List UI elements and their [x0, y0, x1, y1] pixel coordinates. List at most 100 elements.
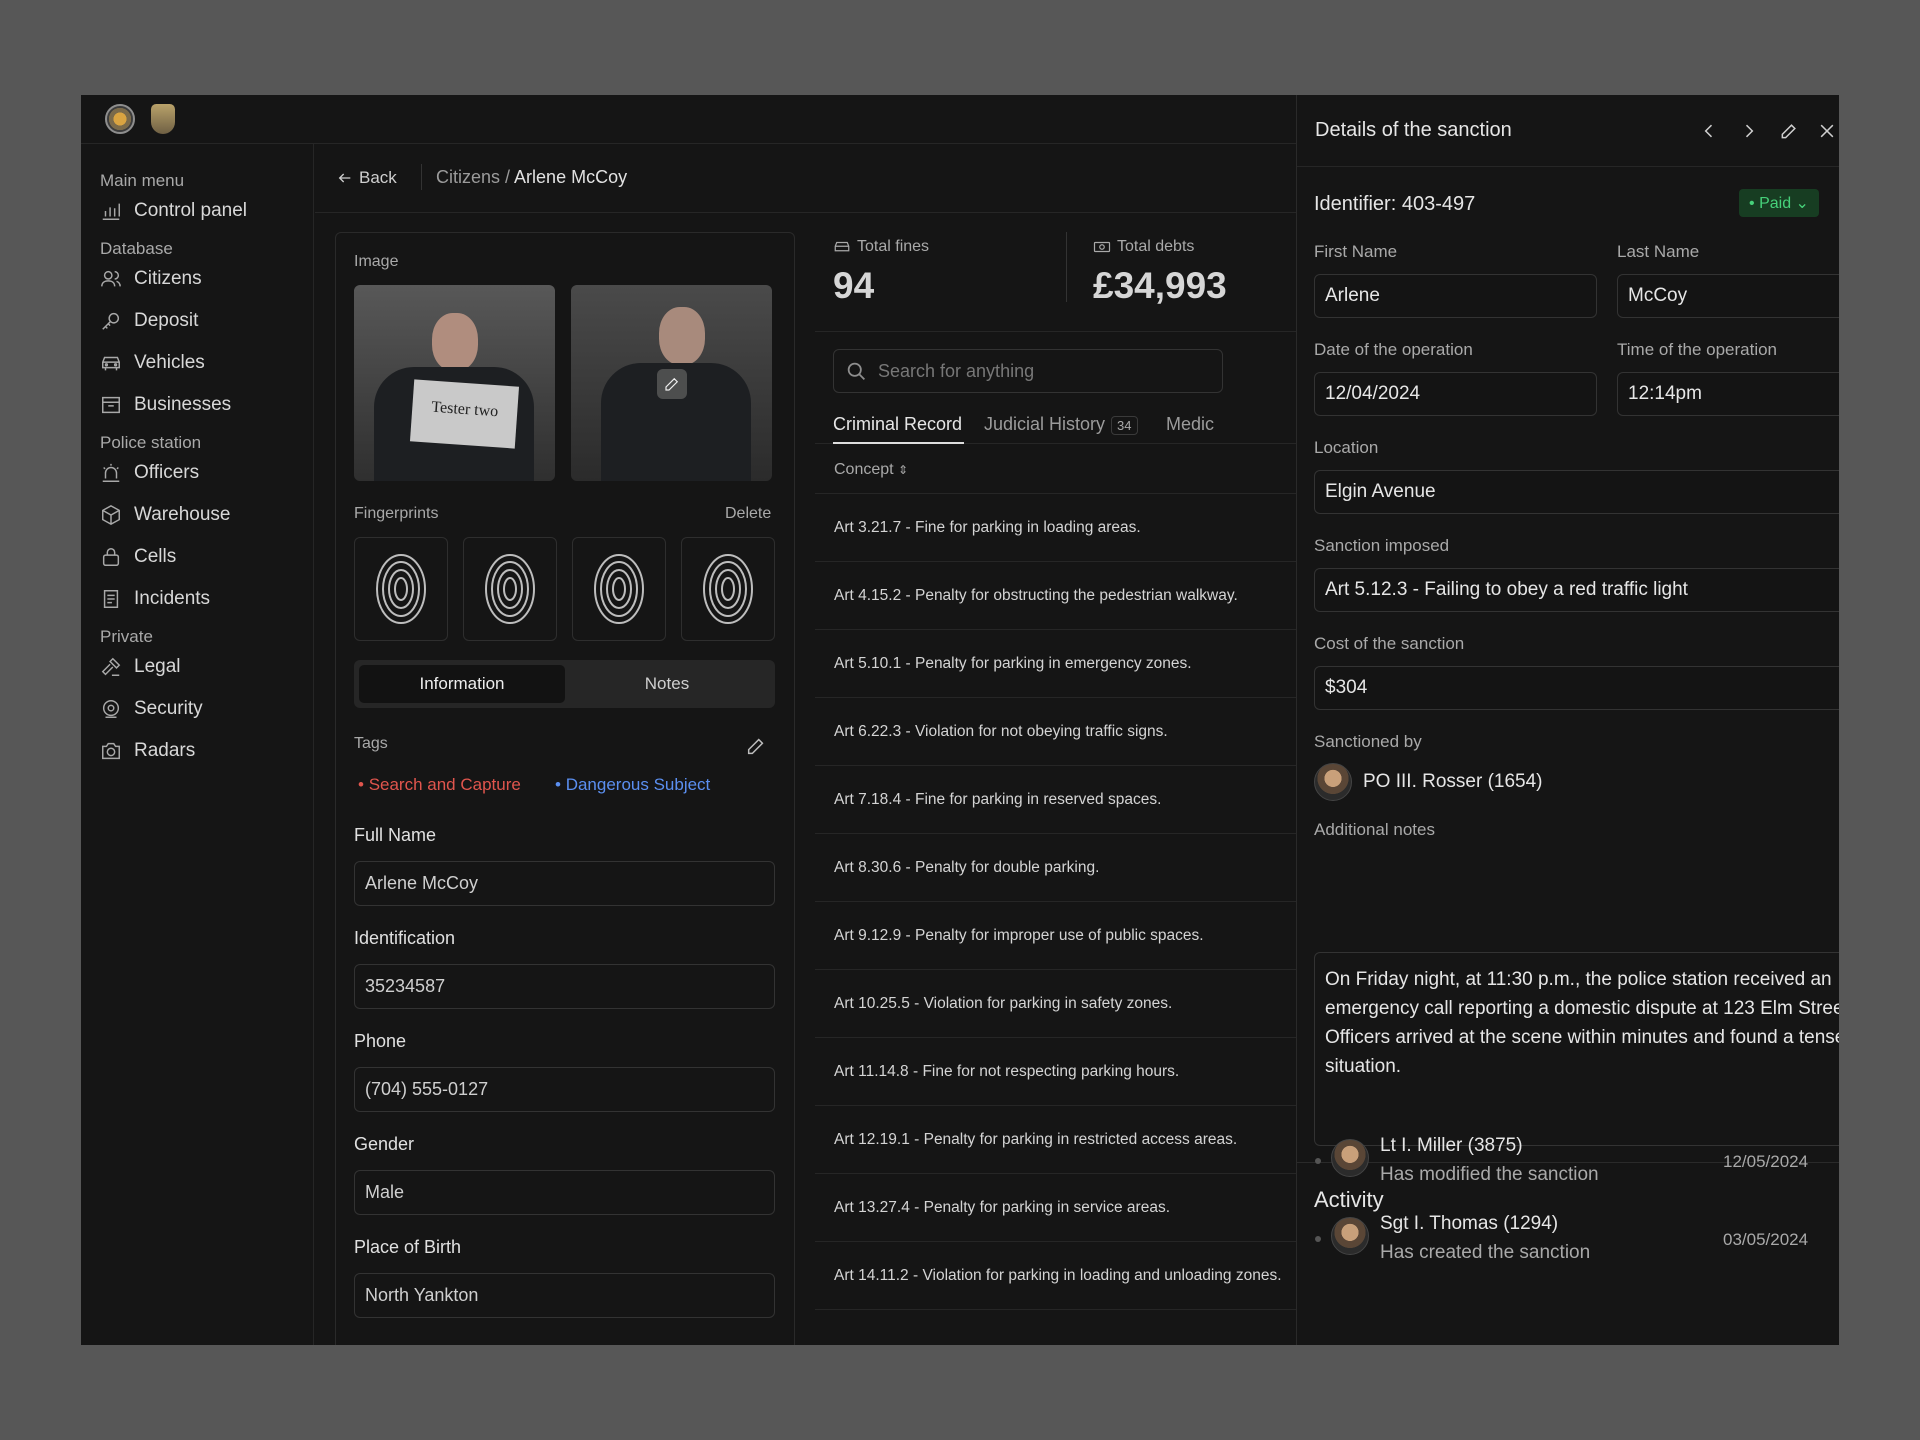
location-field[interactable]: Elgin Avenue: [1314, 470, 1839, 514]
total-fines-label: Total fines: [833, 238, 929, 256]
total-debts-label: Total debts: [1093, 238, 1194, 256]
fingerprint-icon: [703, 554, 753, 624]
pencil-icon: [665, 377, 679, 391]
first-name-label: First Name: [1314, 242, 1398, 261]
table-row[interactable]: Art 14.11.2 - Violation for parking in l…: [815, 1242, 1296, 1310]
placard: Tester two: [409, 379, 520, 449]
fingerprint-4[interactable]: [681, 537, 775, 641]
previous-button[interactable]: [1695, 117, 1723, 145]
total-debts-value: £34,993: [1093, 265, 1227, 306]
table-row[interactable]: Art 6.22.3 - Violation for not obeying t…: [815, 698, 1296, 766]
tab-label: Judicial History: [984, 414, 1106, 434]
avatar: [1331, 1139, 1369, 1177]
table-row[interactable]: Art 8.30.6 - Penalty for double parking.: [815, 834, 1296, 902]
records-search-input[interactable]: Search for anything: [833, 349, 1223, 393]
time-label: Time of the operation: [1617, 340, 1778, 359]
sanction-label: Sanction imposed: [1314, 536, 1450, 555]
mugshot-front[interactable]: Tester two: [354, 285, 555, 481]
pencil-icon: [1781, 124, 1796, 139]
tab-notes[interactable]: Notes: [564, 665, 770, 703]
panel-header: Details of the sanction: [1297, 95, 1839, 167]
tab-information[interactable]: Information: [359, 665, 565, 703]
close-button[interactable]: [1813, 117, 1839, 145]
activity-user: Sgt I. Thomas (1294): [1380, 1213, 1559, 1234]
sanction-identifier: Identifier: 403-497: [1314, 193, 1476, 215]
avatar: [1314, 763, 1352, 801]
additional-notes-field[interactable]: On Friday night, at 11:30 p.m., the poli…: [1314, 952, 1839, 1146]
activity-title: Activity: [1314, 1187, 1384, 1212]
edit-tags-icon[interactable]: [745, 735, 767, 757]
concept-sort-header[interactable]: Concept ⇕: [834, 461, 908, 479]
date-label: Date of the operation: [1314, 340, 1473, 359]
fingerprint-2[interactable]: [463, 537, 557, 641]
gender-label: Gender: [354, 1134, 415, 1154]
stat-label: Total debts: [1117, 238, 1195, 255]
divider: [1066, 232, 1067, 302]
activity-date: 12/05/2024: [1723, 1152, 1809, 1171]
status-badge[interactable]: • Paid ⌄: [1739, 189, 1819, 217]
edit-image-button[interactable]: [657, 369, 687, 399]
active-tab-underline: [833, 442, 964, 444]
car-icon: [834, 241, 850, 252]
mugshot-side[interactable]: [571, 285, 772, 481]
panel-title: Details of the sanction: [1315, 119, 1512, 141]
sanctioned-by-label: Sanctioned by: [1314, 732, 1422, 751]
count-badge: 34: [1111, 416, 1138, 435]
phone-field[interactable]: (704) 555-0127: [354, 1067, 775, 1112]
fingerprints-label: Fingerprints: [354, 505, 439, 522]
tab-judicial-history[interactable]: Judicial History 34: [984, 414, 1138, 435]
avatar: [1331, 1217, 1369, 1255]
table-row[interactable]: Art 5.10.1 - Penalty for parking in emer…: [815, 630, 1296, 698]
activity-date: 03/05/2024: [1723, 1230, 1809, 1249]
full-name-label: Full Name: [354, 825, 437, 845]
tag-search-and-capture[interactable]: • Search and Capture: [358, 775, 521, 795]
tab-criminal-record[interactable]: Criminal Record: [833, 414, 962, 435]
cost-label: Cost of the sanction: [1314, 634, 1465, 653]
identification-field[interactable]: 35234587: [354, 964, 775, 1009]
table-row[interactable]: Art 13.27.4 - Penalty for parking in ser…: [815, 1174, 1296, 1242]
face: [432, 313, 478, 371]
edit-button[interactable]: [1775, 117, 1803, 145]
identification-label: Identification: [354, 928, 456, 948]
next-button[interactable]: [1735, 117, 1763, 145]
table-row[interactable]: Art 3.21.7 - Fine for parking in loading…: [815, 494, 1296, 562]
fingerprint-icon: [485, 554, 535, 624]
fingerprint-1[interactable]: [354, 537, 448, 641]
table-row[interactable]: Art 9.12.9 - Penalty for improper use of…: [815, 902, 1296, 970]
tag-label: Search and Capture: [368, 775, 521, 794]
tag-label: Dangerous Subject: [565, 775, 711, 794]
table-row[interactable]: Art 11.14.8 - Fine for not respecting pa…: [815, 1038, 1296, 1106]
delete-fingerprints-button[interactable]: Delete: [725, 505, 771, 523]
cost-field[interactable]: $304: [1314, 666, 1839, 710]
tag-dangerous-subject[interactable]: • Dangerous Subject: [555, 775, 710, 795]
time-field[interactable]: 12:14pm: [1617, 372, 1839, 416]
image-label: Image: [354, 253, 399, 270]
face: [659, 307, 705, 365]
activity-user: Lt I. Miller (3875): [1380, 1135, 1523, 1156]
stat-label: Total fines: [857, 238, 930, 255]
close-icon: [1820, 124, 1834, 138]
gender-field[interactable]: Male: [354, 1170, 775, 1215]
table-row[interactable]: Art 12.19.1 - Penalty for parking in res…: [815, 1106, 1296, 1174]
sanction-field[interactable]: Art 5.12.3 - Failing to obey a red traff…: [1314, 568, 1839, 612]
notes-label: Additional notes: [1314, 820, 1435, 839]
place-of-birth-label: Place of Birth: [354, 1237, 462, 1257]
table-row[interactable]: Art 4.15.2 - Penalty for obstructing the…: [815, 562, 1296, 630]
place-of-birth-field[interactable]: North Yankton: [354, 1273, 775, 1318]
date-field[interactable]: 12/04/2024: [1314, 372, 1597, 416]
fingerprint-3[interactable]: [572, 537, 666, 641]
officer-name[interactable]: PO III. Rosser (1654): [1363, 771, 1543, 793]
table-row[interactable]: Art 10.25.5 - Violation for parking in s…: [815, 970, 1296, 1038]
profile-tabs: Information Notes: [354, 660, 775, 708]
location-label: Location: [1314, 438, 1379, 457]
banknote-icon: [1093, 241, 1111, 253]
first-name-field[interactable]: Arlene: [1314, 274, 1597, 318]
table-row[interactable]: Art 7.18.4 - Fine for parking in reserve…: [815, 766, 1296, 834]
activity-action: Has created the sanction: [1380, 1242, 1591, 1263]
last-name-field[interactable]: McCoy: [1617, 274, 1839, 318]
search-icon: [847, 362, 865, 380]
search-placeholder: Search for anything: [878, 360, 1035, 381]
tab-medical[interactable]: Medic: [1166, 414, 1296, 435]
activity-action: Has modified the sanction: [1380, 1164, 1599, 1185]
full-name-field[interactable]: Arlene McCoy: [354, 861, 775, 906]
